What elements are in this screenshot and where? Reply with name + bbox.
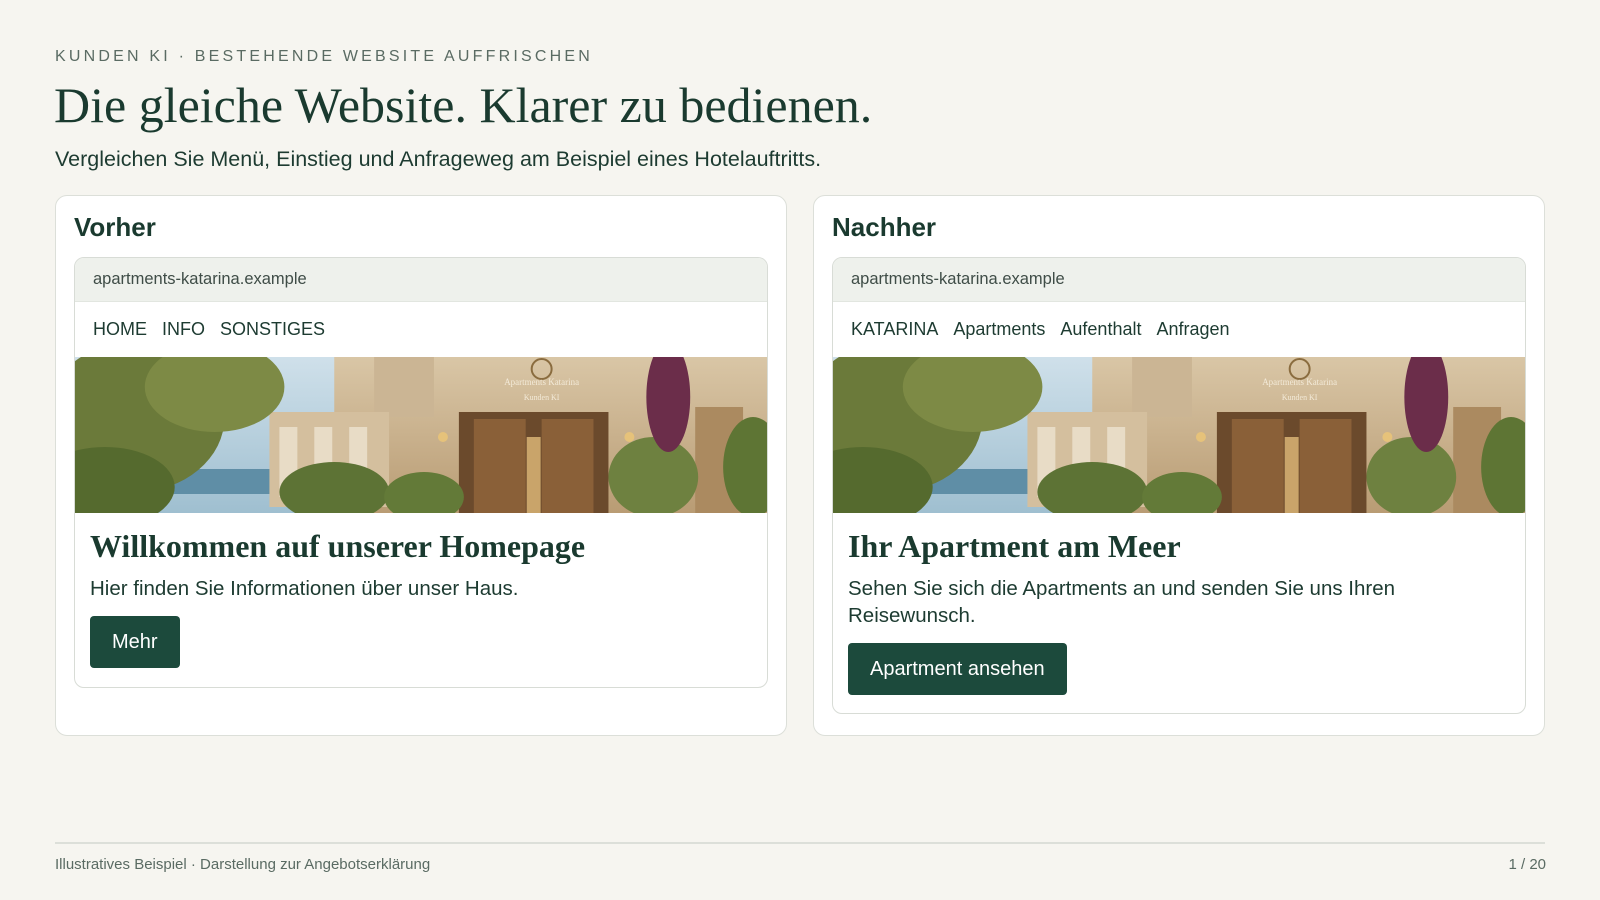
before-nav-item-info[interactable]: INFO (162, 319, 205, 340)
after-hero-sign-brand: Kunden KI (1282, 393, 1318, 402)
after-nav-item-apartments[interactable]: Apartments (953, 319, 1045, 340)
before-browser-mockup: apartments-katarina.example HOME INFO SO… (74, 257, 768, 688)
page-title: Die gleiche Website. Klarer zu bedienen. (54, 77, 873, 133)
after-url-text: apartments-katarina.example (851, 270, 1065, 288)
before-content: Willkommen auf unserer Homepage Hier fin… (75, 513, 767, 668)
after-content: Ihr Apartment am Meer Sehen Sie sich die… (833, 513, 1525, 695)
before-panel: Vorher apartments-katarina.example HOME … (55, 195, 787, 736)
footer-divider (55, 842, 1545, 844)
before-hero-sign-brand: Kunden KI (524, 393, 560, 402)
after-panel: Nachher apartments-katarina.example KATA… (813, 195, 1545, 736)
apartment-view-button[interactable]: Apartment ansehen (848, 643, 1067, 695)
footer-note: Illustratives Beispiel · Darstellung zur… (55, 856, 431, 873)
after-nav-item-katarina[interactable]: KATARINA (851, 319, 938, 340)
before-more-button[interactable]: Mehr (90, 616, 180, 668)
after-nav-item-aufenthalt[interactable]: Aufenthalt (1060, 319, 1141, 340)
before-hero-image: Apartments Katarina Kunden KI (75, 357, 767, 513)
before-url-bar: apartments-katarina.example (75, 258, 767, 302)
eyebrow-label: KUNDEN KI · BESTEHENDE WEBSITE AUFFRISCH… (55, 48, 594, 65)
after-description: Sehen Sie sich die Apartments an und sen… (848, 577, 1396, 627)
after-hero-sign-name: Apartments Katarina (1262, 377, 1337, 387)
before-description: Hier finden Sie Informationen über unser… (90, 577, 519, 600)
after-browser-mockup: apartments-katarina.example KATARINA Apa… (832, 257, 1526, 714)
before-headline: Willkommen auf unserer Homepage (90, 528, 586, 564)
before-nav-item-home[interactable]: HOME (93, 319, 147, 340)
before-nav-item-sonstiges[interactable]: SONSTIGES (220, 319, 325, 340)
before-hero-sign-name: Apartments Katarina (504, 377, 579, 387)
page-subtitle: Vergleichen Sie Menü, Einstieg und Anfra… (55, 147, 822, 171)
page-counter: 1 / 20 (1508, 856, 1546, 873)
after-nav: KATARINA Apartments Aufenthalt Anfragen (833, 302, 1525, 357)
after-hero-image: Apartments Katarina Kunden KI (833, 357, 1525, 513)
before-heading: Vorher (74, 212, 156, 242)
before-url-text: apartments-katarina.example (93, 270, 307, 288)
after-headline: Ihr Apartment am Meer (848, 528, 1181, 564)
after-heading: Nachher (832, 212, 937, 242)
before-nav: HOME INFO SONSTIGES (75, 302, 767, 357)
after-nav-item-anfragen[interactable]: Anfragen (1156, 319, 1229, 340)
after-url-bar: apartments-katarina.example (833, 258, 1525, 302)
